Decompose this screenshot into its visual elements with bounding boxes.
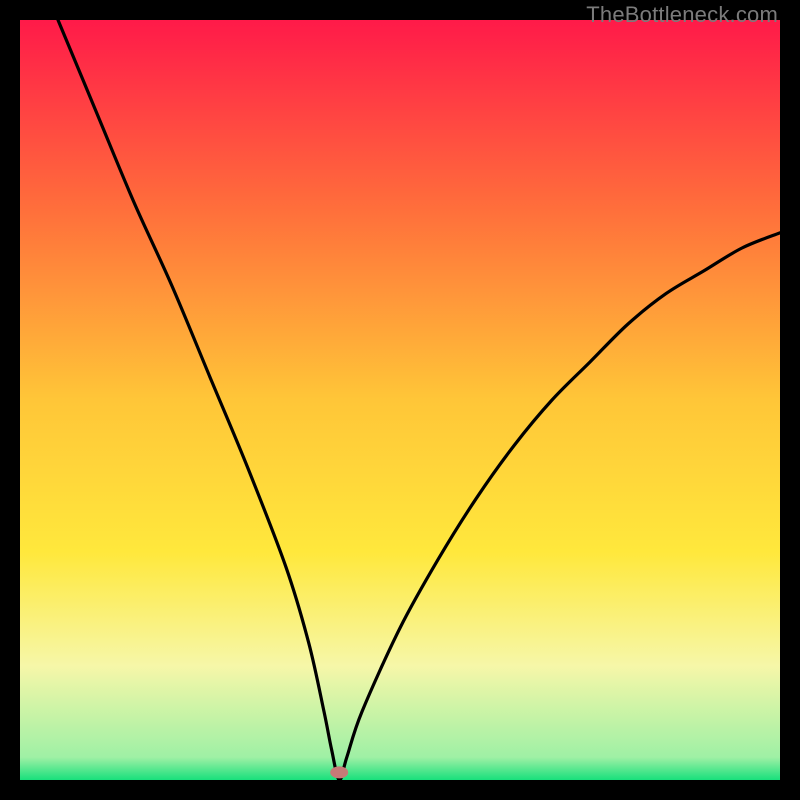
gradient-background — [20, 20, 780, 780]
watermark-text: TheBottleneck.com — [586, 2, 778, 28]
chart-frame — [20, 20, 780, 780]
bottleneck-chart — [20, 20, 780, 780]
optimum-marker — [330, 766, 348, 778]
